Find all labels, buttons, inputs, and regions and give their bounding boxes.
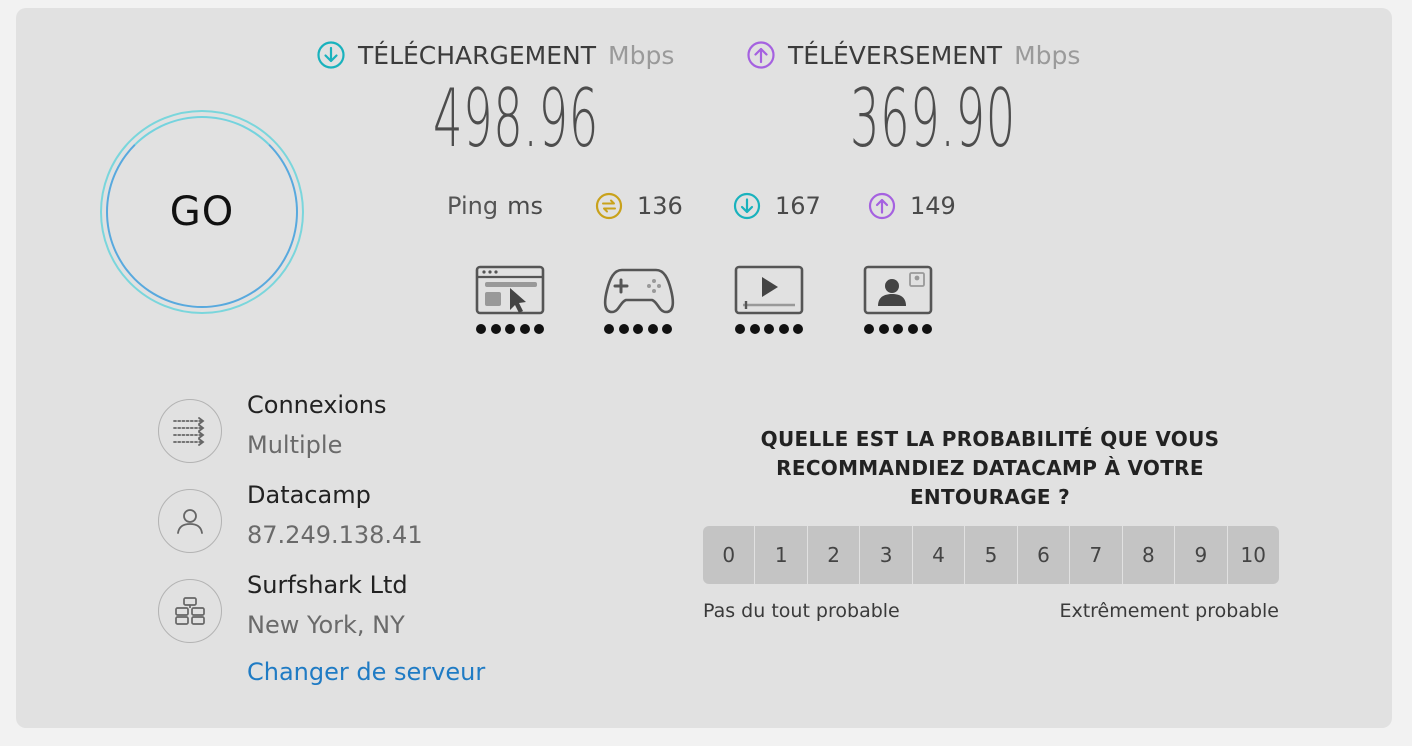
connections-title: Connexions (247, 391, 387, 419)
scale-min-label: Pas du tout probable (703, 600, 900, 622)
ping-download-value: 167 (775, 192, 821, 220)
scale-option-1[interactable]: 1 (755, 526, 808, 584)
video-call-icon (863, 265, 933, 315)
gamepad-icon (603, 268, 675, 314)
ping-upload-value: 149 (910, 192, 956, 220)
ping-upload: 149 (868, 186, 956, 226)
download-label: TÉLÉCHARGEMENT (358, 40, 597, 70)
scale-option-7[interactable]: 7 (1070, 526, 1123, 584)
survey-scale: 0 1 2 3 4 5 6 7 8 9 10 (703, 526, 1279, 584)
connections-value: Multiple (247, 431, 343, 459)
user-icon (177, 509, 203, 534)
connections-icon (173, 417, 205, 446)
web-browsing-icon (475, 265, 545, 315)
ping-idle-value: 136 (637, 192, 683, 220)
ping-idle: 136 (595, 186, 683, 226)
scale-max-label: Extrêmement probable (1059, 600, 1279, 622)
connections-circle (158, 399, 222, 463)
arrow-down-circle-icon (317, 41, 345, 69)
upload-value: 369.90 (850, 72, 1016, 165)
gaming-quality (602, 264, 675, 340)
scale-option-4[interactable]: 4 (912, 526, 966, 584)
ping-label: Ping (447, 192, 499, 220)
ping-idle-icon (595, 192, 623, 220)
ping-download-icon (733, 192, 761, 220)
web-browsing-quality (474, 264, 546, 340)
change-server-link[interactable]: Changer de serveur (247, 658, 485, 686)
download-value: 498.96 (433, 72, 599, 165)
web-browsing-rating (476, 324, 544, 334)
scale-option-6[interactable]: 6 (1017, 526, 1071, 584)
download-unit: Mbps (608, 40, 675, 70)
scale-option-5[interactable]: 5 (965, 526, 1018, 584)
upload-unit: Mbps (1014, 40, 1081, 70)
streaming-quality (733, 264, 805, 340)
scale-option-8[interactable]: 8 (1122, 526, 1176, 584)
go-label: GO (169, 189, 235, 235)
scale-option-3[interactable]: 3 (860, 526, 913, 584)
video-call-rating (864, 324, 932, 334)
scale-option-2[interactable]: 2 (807, 526, 861, 584)
server-icon (175, 597, 205, 625)
upload-label: TÉLÉVERSEMENT (788, 40, 1003, 70)
video-call-quality (862, 264, 934, 340)
server-circle (158, 579, 222, 643)
server-title: Surfshark Ltd (247, 571, 408, 599)
gaming-rating (604, 324, 672, 334)
provider-circle (158, 489, 222, 553)
server-location: New York, NY (247, 611, 405, 639)
ping-upload-icon (868, 192, 896, 220)
download-header: TÉLÉCHARGEMENT Mbps (316, 38, 674, 72)
video-streaming-icon (734, 265, 804, 315)
go-button-ring[interactable]: GO (106, 116, 298, 308)
provider-title: Datacamp (247, 481, 371, 509)
upload-header: TÉLÉVERSEMENT Mbps (746, 38, 1080, 72)
provider-ip: 87.249.138.41 (247, 521, 423, 549)
arrow-up-circle-icon (747, 41, 775, 69)
scale-option-10[interactable]: 10 (1227, 526, 1279, 584)
scale-option-9[interactable]: 9 (1175, 526, 1228, 584)
survey-question: QUELLE EST LA PROBABILITÉ QUE VOUS RECOM… (760, 427, 1220, 509)
streaming-rating (735, 324, 803, 334)
ping-download: 167 (733, 186, 821, 226)
ping-unit: ms (507, 192, 543, 220)
scale-option-0[interactable]: 0 (703, 526, 756, 584)
ping-label-group: Ping ms (447, 186, 543, 226)
go-button[interactable]: GO (100, 110, 304, 314)
